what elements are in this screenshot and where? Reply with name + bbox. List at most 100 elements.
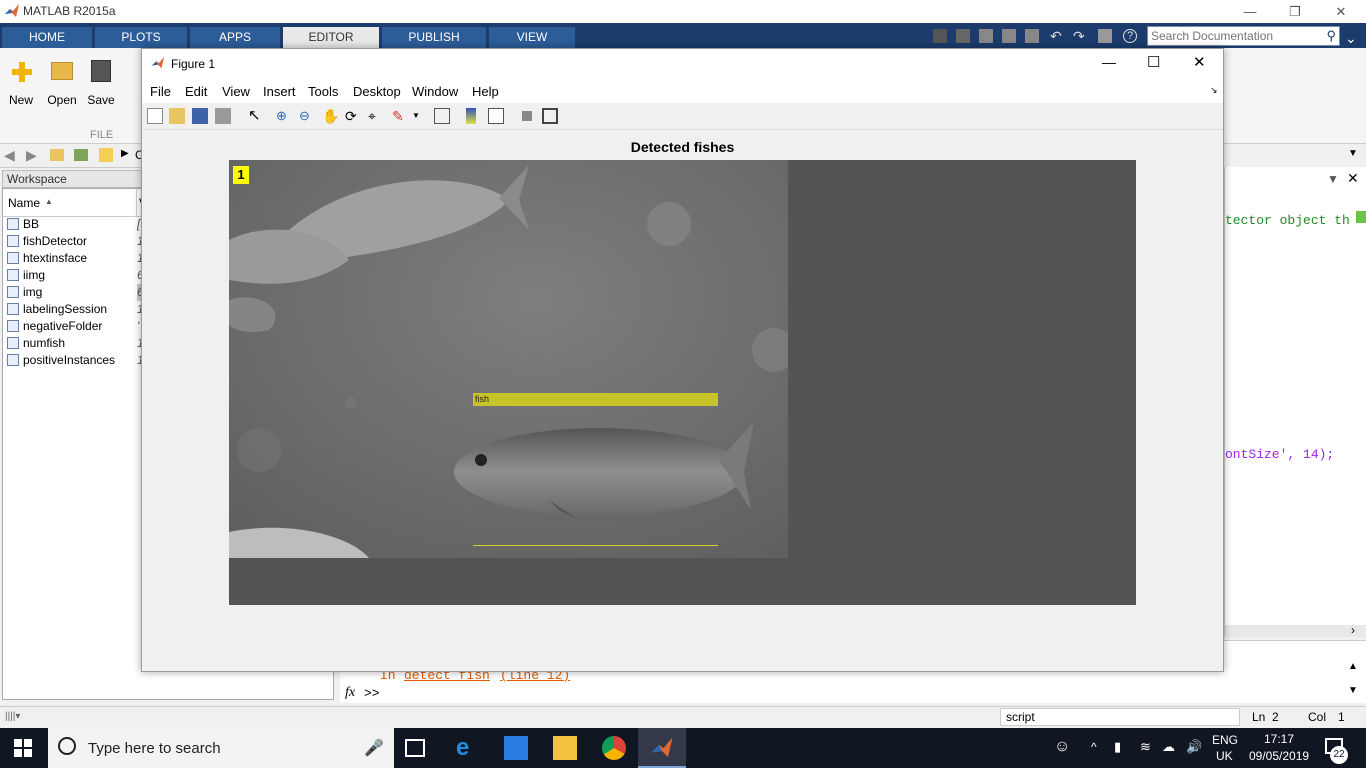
figure-window[interactable]: Figure 1 — ☐ ✕ File Edit View Insert Too… [141, 48, 1224, 672]
save-button[interactable]: Save [81, 93, 121, 107]
workspace-row[interactable]: positiveInstances [7, 352, 115, 369]
hide-plot-tools-icon[interactable] [522, 111, 532, 121]
colorbar-icon[interactable] [466, 108, 476, 124]
people-icon[interactable]: ☺ [1054, 738, 1070, 756]
file-explorer-icon[interactable] [553, 736, 577, 760]
legend-icon[interactable] [488, 108, 504, 124]
grip-icon[interactable]: ||||▾ [5, 711, 20, 722]
editor-options-icon[interactable]: ▼ [1327, 172, 1339, 186]
data-cursor-icon[interactable]: ⌖ [368, 108, 384, 124]
battery-icon[interactable]: ▮ [1114, 739, 1121, 755]
open-file-icon[interactable] [169, 108, 185, 124]
editor-close-icon[interactable]: ✕ [1347, 170, 1359, 187]
search-input[interactable] [1151, 28, 1321, 44]
horizontal-scrollbar[interactable] [1225, 625, 1366, 637]
tab-view[interactable]: VIEW [489, 27, 575, 48]
new-figure-icon[interactable] [147, 108, 163, 124]
clock-date[interactable]: 09/05/2019 [1249, 749, 1309, 763]
workspace-row[interactable]: fishDetector [7, 233, 87, 250]
name-column-header[interactable]: Name [8, 196, 40, 210]
open-icon[interactable] [51, 62, 73, 80]
tab-publish[interactable]: PUBLISH [382, 27, 486, 48]
new-icon[interactable] [10, 60, 34, 84]
wifi-icon[interactable]: ≋ [1140, 739, 1151, 755]
show-plot-tools-icon[interactable] [542, 108, 558, 124]
pan-icon[interactable]: ✋ [322, 108, 339, 124]
layout-icon[interactable] [933, 29, 947, 43]
open-button[interactable]: Open [42, 93, 82, 107]
editor-panel[interactable]: ▼ ✕ tector object th ontSize', 14); › [1224, 167, 1366, 637]
workspace-row[interactable]: BB [7, 216, 39, 233]
menu-help[interactable]: Help [472, 84, 499, 99]
region-indicator[interactable]: UK [1216, 749, 1233, 763]
paste-icon[interactable] [1025, 29, 1039, 43]
search-icon[interactable]: ⚲ [1326, 28, 1336, 44]
help-icon[interactable]: ? [1123, 29, 1137, 43]
volume-icon[interactable]: 🔊 [1186, 739, 1202, 755]
tab-editor[interactable]: EDITOR [283, 27, 379, 48]
tab-plots[interactable]: PLOTS [95, 27, 187, 48]
up-folder-icon[interactable] [50, 149, 64, 161]
clock-time[interactable]: 17:17 [1264, 732, 1294, 746]
link-plot-icon[interactable] [434, 108, 450, 124]
menu-insert[interactable]: Insert [263, 84, 296, 99]
workspace-row[interactable]: labelingSession [7, 301, 107, 318]
cut-icon[interactable] [979, 29, 993, 43]
save-icon[interactable] [956, 29, 970, 43]
edge-browser-icon[interactable]: e [456, 736, 480, 760]
zoom-out-icon[interactable]: ⊖ [299, 108, 315, 124]
onedrive-icon[interactable]: ☁ [1162, 739, 1175, 755]
documentation-search[interactable]: ⚲ [1147, 26, 1340, 46]
image-axes[interactable]: fish 1 [229, 160, 1136, 605]
tab-home[interactable]: HOME [2, 27, 92, 48]
workspace-row[interactable]: img [7, 284, 42, 301]
menu-file[interactable]: File [150, 84, 171, 99]
tab-apps[interactable]: APPS [190, 27, 280, 48]
back-icon[interactable]: ◀ [4, 147, 15, 164]
edit-plot-icon[interactable]: ↖ [248, 108, 264, 124]
brush-dropdown-icon[interactable]: ▼ [412, 111, 420, 120]
scroll-down-icon[interactable]: ▼ [1348, 685, 1358, 696]
store-icon[interactable] [504, 736, 528, 760]
close-button[interactable]: ✕ [1318, 0, 1364, 23]
collapse-ribbon-icon[interactable]: ⌄ [1345, 30, 1357, 47]
new-button[interactable]: New [1, 93, 41, 107]
task-view-icon[interactable] [405, 739, 425, 757]
dock-figure-icon[interactable]: ↘ [1210, 85, 1218, 96]
save-file-icon[interactable] [91, 60, 111, 82]
taskbar-search[interactable]: Type here to search 🎤 [48, 728, 394, 768]
menu-desktop[interactable]: Desktop [353, 84, 401, 99]
workspace-row[interactable]: numfish [7, 335, 65, 352]
minimize-button[interactable]: — [1227, 0, 1273, 23]
switch-windows-icon[interactable] [1098, 29, 1112, 43]
menu-tools[interactable]: Tools [308, 84, 338, 99]
menu-view[interactable]: View [222, 84, 250, 99]
workspace-row[interactable]: htextinsface [7, 250, 87, 267]
microphone-icon[interactable]: 🎤 [364, 738, 384, 758]
workspace-row[interactable]: negativeFolder [7, 318, 102, 335]
rotate-3d-icon[interactable]: ⟳ [345, 108, 361, 124]
fx-icon[interactable]: fx [345, 685, 355, 701]
copy-icon[interactable] [1002, 29, 1016, 43]
taskbar-search-input[interactable]: Type here to search [88, 740, 221, 757]
column-divider[interactable] [136, 189, 137, 216]
menu-edit[interactable]: Edit [185, 84, 207, 99]
windows-start-icon[interactable] [14, 739, 32, 757]
figure-maximize-button[interactable]: ☐ [1147, 53, 1160, 71]
workspace-row[interactable]: iimg [7, 267, 45, 284]
figure-minimize-button[interactable]: — [1102, 54, 1116, 70]
restore-button[interactable]: ❐ [1272, 0, 1318, 23]
forward-icon[interactable]: ▶ [26, 147, 37, 164]
chrome-icon[interactable] [602, 736, 626, 760]
undo-icon[interactable]: ↶ [1050, 29, 1064, 43]
show-hidden-icons[interactable]: ^ [1091, 740, 1097, 754]
zoom-in-icon[interactable]: ⊕ [276, 108, 292, 124]
save-figure-icon[interactable] [192, 108, 208, 124]
redo-icon[interactable]: ↷ [1073, 29, 1087, 43]
brush-icon[interactable]: ✎ [392, 108, 408, 124]
menu-window[interactable]: Window [412, 84, 458, 99]
matlab-taskbar-button[interactable] [638, 728, 686, 768]
scroll-right-icon[interactable]: › [1351, 623, 1355, 637]
path-dropdown-icon[interactable]: ▼ [1348, 148, 1358, 159]
scroll-up-icon[interactable]: ▲ [1348, 661, 1358, 672]
